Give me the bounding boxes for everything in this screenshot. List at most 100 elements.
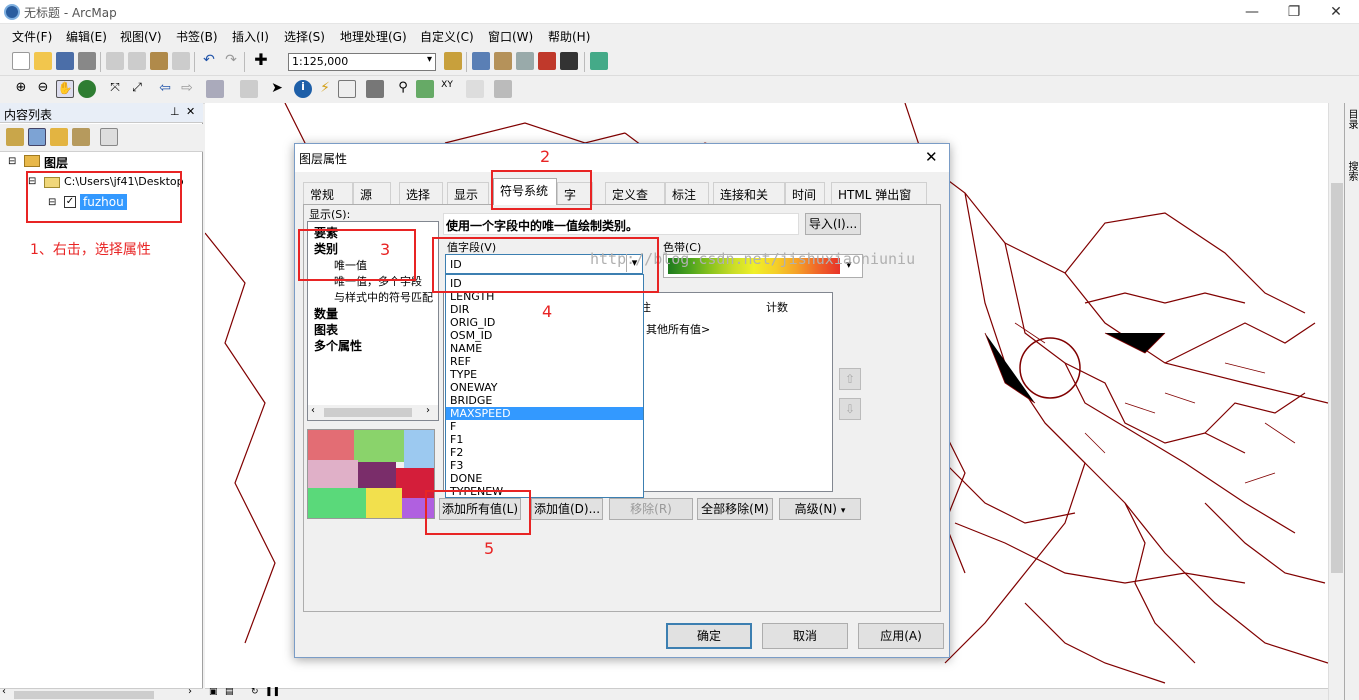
redo-icon[interactable]: ↷ [222,52,240,70]
scroll-left-icon[interactable]: ‹ [2,686,6,697]
dropdown-item[interactable]: TYPE [450,368,643,381]
dropdown-item[interactable]: DONE [450,472,643,485]
data-view-icon[interactable]: ▣ [209,687,218,697]
pin-icon[interactable]: ⊥ [170,105,180,118]
dropdown-item-highlighted[interactable]: MAXSPEED [446,407,643,420]
menu-geoprocessing[interactable]: 地理处理(G) [340,28,407,45]
pause-icon[interactable]: ❚❚ [265,687,280,697]
add-data-icon[interactable]: ✚ [252,52,270,70]
zoom-in-icon[interactable]: ⊕ [12,80,30,98]
scroll-thumb[interactable] [324,408,412,417]
identify-icon[interactable]: i [294,80,312,98]
map-vscroll[interactable] [1328,103,1344,700]
dropdown-item[interactable]: BRIDGE [450,394,643,407]
scroll-thumb[interactable] [14,691,154,699]
cut-icon[interactable] [106,52,124,70]
pan-icon[interactable]: ✋ [56,80,74,98]
tree-item-multiple-attributes[interactable]: 多个属性 [314,337,362,354]
go-to-xy-icon[interactable]: XY [438,80,456,98]
menu-customize[interactable]: 自定义(C) [420,28,474,45]
menu-file[interactable]: 文件(F) [12,28,52,45]
hyperlink-icon[interactable]: ⚡ [316,80,334,98]
paste-icon[interactable] [150,52,168,70]
time-slider-icon[interactable] [466,80,484,98]
scroll-thumb[interactable] [1331,183,1343,573]
remove-all-button[interactable]: 全部移除(M) [697,498,773,520]
move-up-icon[interactable]: ⇧ [839,368,861,390]
undo-icon[interactable]: ↶ [200,52,218,70]
find-icon[interactable]: ⚲ [394,80,412,98]
close-icon[interactable]: ✕ [1316,2,1356,22]
grid-row-other[interactable]: 其他所有值> [646,321,710,337]
tab-time[interactable]: 时间 [785,182,825,204]
scroll-right-icon[interactable]: › [188,686,192,697]
catalog-tab[interactable]: 目录 [1346,109,1359,149]
options-icon[interactable] [100,128,118,146]
tab-display[interactable]: 显示 [447,182,489,204]
dropdown-item[interactable]: REF [450,355,643,368]
dropdown-item[interactable]: NAME [450,342,643,355]
fixed-zoom-in-icon[interactable]: ⤧ [106,80,124,98]
find-route-icon[interactable] [416,80,434,98]
tree-item-quantities[interactable]: 数量 [314,305,338,322]
layers-root-label[interactable]: 图层 [44,154,68,171]
close-icon[interactable]: ✕ [186,105,195,118]
dropdown-item[interactable]: ONEWAY [450,381,643,394]
menu-selection[interactable]: 选择(S) [284,28,325,45]
ok-button[interactable]: 确定 [666,623,752,649]
tab-general[interactable]: 常规 [303,182,353,204]
tab-definition-query[interactable]: 定义查询 [605,182,665,219]
python-icon[interactable] [560,52,578,70]
search-window-icon[interactable] [516,52,534,70]
scroll-left-icon[interactable]: ‹ [311,405,315,416]
toc-hscroll[interactable]: ‹ › [0,686,203,700]
list-by-visibility-icon[interactable] [50,128,68,146]
tree-item-match-style[interactable]: 与样式中的符号匹配 [334,289,433,305]
scale-combobox[interactable]: 1:125,000 ▾ [288,53,436,71]
create-viewer-icon[interactable] [494,80,512,98]
apply-button[interactable]: 应用(A) [858,623,944,649]
copy-icon[interactable] [128,52,146,70]
select-features-icon[interactable] [206,80,224,98]
table-icon[interactable] [472,52,490,70]
cancel-button[interactable]: 取消 [762,623,848,649]
menu-edit[interactable]: 编辑(E) [66,28,107,45]
back-arrow-icon[interactable]: ⇦ [156,80,174,98]
zoom-out-icon[interactable]: ⊖ [34,80,52,98]
new-doc-icon[interactable] [12,52,30,70]
search-tab[interactable]: 搜索 [1346,161,1359,201]
fixed-zoom-out-icon[interactable]: ⤢ [128,80,146,98]
print-icon[interactable] [78,52,96,70]
clear-selection-icon[interactable] [240,80,258,98]
dropdown-item[interactable]: F2 [450,446,643,459]
collapse-icon[interactable]: ⊟ [8,156,16,167]
tree-item-charts[interactable]: 图表 [314,321,338,338]
delete-icon[interactable] [172,52,190,70]
editor-icon[interactable] [444,52,462,70]
open-icon[interactable] [34,52,52,70]
forward-arrow-icon[interactable]: ⇨ [178,80,196,98]
tree-hscroll[interactable]: ‹ › [308,405,438,420]
measure-icon[interactable] [366,80,384,98]
list-by-source-icon[interactable] [28,128,46,146]
html-popup-icon[interactable] [338,80,356,98]
remove-button[interactable]: 移除(R) [609,498,693,520]
menu-help[interactable]: 帮助(H) [548,28,590,45]
save-icon[interactable] [56,52,74,70]
menu-insert[interactable]: 插入(I) [232,28,269,45]
close-icon[interactable]: ✕ [925,148,938,166]
refresh-icon[interactable]: ↻ [251,687,259,697]
dropdown-item[interactable]: F3 [450,459,643,472]
tab-selection[interactable]: 选择 [399,182,443,204]
dropdown-item[interactable]: F [450,420,643,433]
list-by-drawing-order-icon[interactable] [6,128,24,146]
model-builder-icon[interactable] [590,52,608,70]
layout-view-icon[interactable]: ▤ [225,687,234,697]
select-element-icon[interactable]: ➤ [268,80,286,98]
tab-joins-relates[interactable]: 连接和关联 [713,182,785,219]
dropdown-item[interactable]: OSM_ID [450,329,643,342]
list-by-selection-icon[interactable] [72,128,90,146]
advanced-button[interactable]: 高级(N) ▾ [779,498,861,520]
menu-windows[interactable]: 窗口(W) [488,28,533,45]
maximize-icon[interactable]: ❐ [1274,2,1314,22]
